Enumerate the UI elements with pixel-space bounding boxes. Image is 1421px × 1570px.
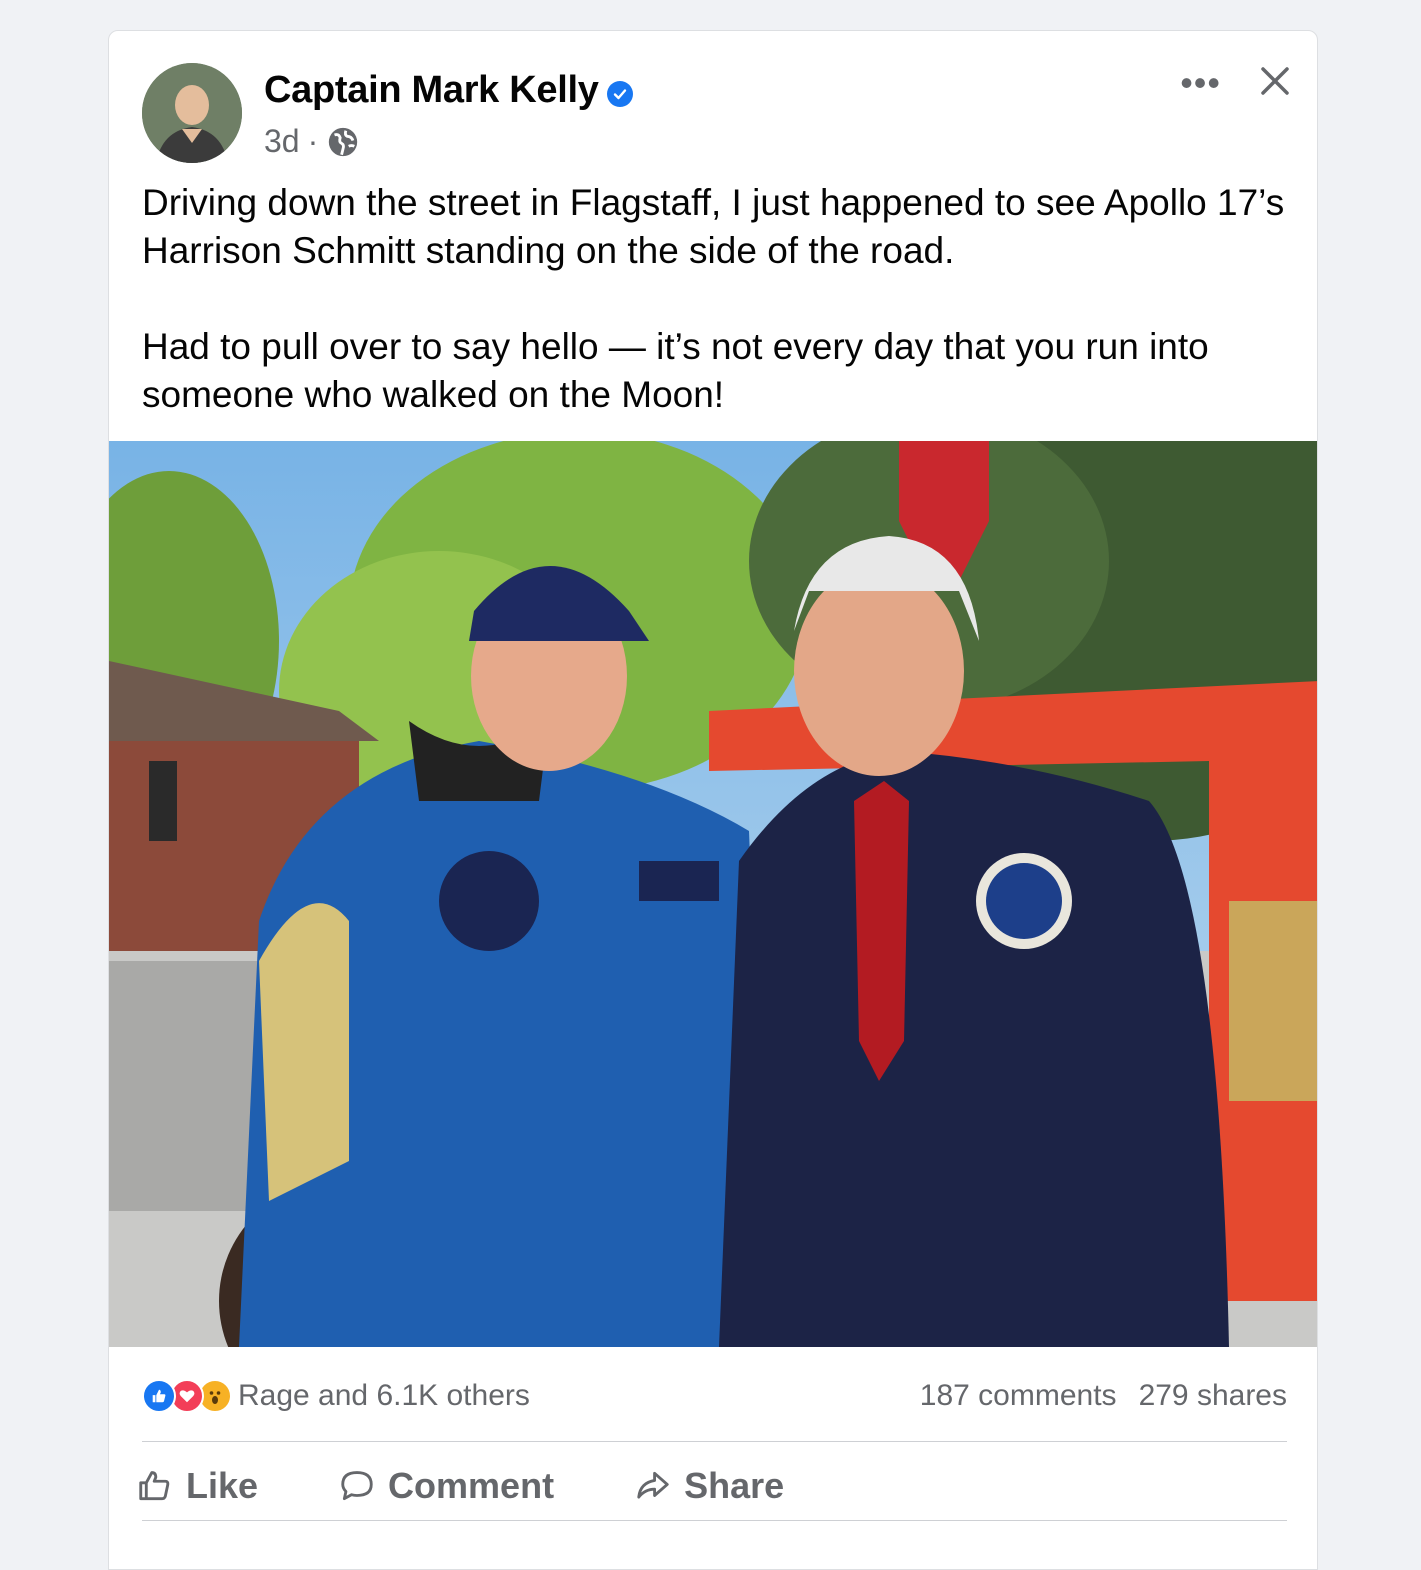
photo-scene <box>109 441 1317 1347</box>
post-stats: Rage and 6.1K others 187 comments 279 sh… <box>142 1371 1287 1421</box>
like-label: Like <box>186 1465 259 1506</box>
engagement-counts: 187 comments 279 shares <box>920 1379 1287 1413</box>
post-timestamp[interactable]: 3d <box>264 123 300 160</box>
like-button[interactable]: Like <box>136 1465 258 1507</box>
post-meta: 3d · <box>264 123 360 160</box>
avatar-portrait <box>142 63 242 163</box>
author-name[interactable]: Captain Mark Kelly <box>264 69 599 112</box>
comment-button[interactable]: Comment <box>338 1465 554 1507</box>
share-button[interactable]: Share <box>634 1465 784 1507</box>
share-arrow-icon <box>637 1471 669 1499</box>
share-label: Share <box>684 1465 785 1506</box>
reaction-summary[interactable]: Rage and 6.1K others <box>142 1379 530 1413</box>
post-header: Captain Mark Kelly 3d · ••• <box>109 31 1317 171</box>
post-text-paragraph-2: Had to pull over to say hello — it’s not… <box>142 326 1209 415</box>
post-photo[interactable] <box>109 441 1317 1347</box>
post-card: Captain Mark Kelly 3d · ••• Driving down… <box>108 30 1318 1570</box>
comment-label: Comment <box>388 1465 555 1506</box>
divider <box>142 1520 1287 1521</box>
globe-icon[interactable] <box>326 125 360 159</box>
reactions-count-text[interactable]: Rage and 6.1K others <box>238 1379 530 1413</box>
action-bar: Like Comment Share <box>134 1446 784 1526</box>
shares-count[interactable]: 279 shares <box>1139 1379 1287 1413</box>
thumbs-up-icon <box>139 1471 170 1501</box>
post-body: Driving down the street in Flagstaff, I … <box>142 179 1292 467</box>
post-text-paragraph-1: Driving down the street in Flagstaff, I … <box>142 182 1285 271</box>
close-icon[interactable] <box>1255 61 1295 101</box>
meta-separator: · <box>307 123 319 159</box>
like-icon <box>142 1379 176 1413</box>
comments-count[interactable]: 187 comments <box>920 1379 1117 1413</box>
comment-icon <box>341 1471 373 1501</box>
avatar[interactable] <box>142 63 242 163</box>
more-icon[interactable]: ••• <box>1180 65 1221 101</box>
author-row: Captain Mark Kelly <box>264 69 633 112</box>
divider <box>142 1441 1287 1442</box>
verified-badge-icon <box>606 80 633 107</box>
